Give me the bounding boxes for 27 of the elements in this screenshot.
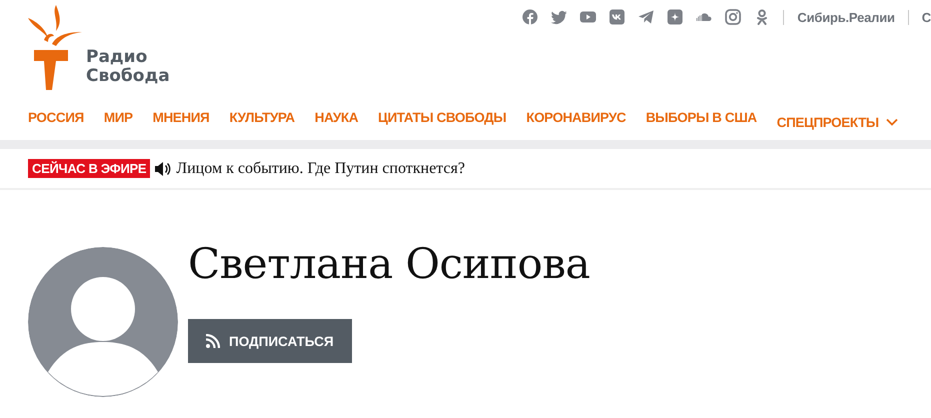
subscribe-button[interactable]: ПОДПИСАТЬСЯ xyxy=(188,319,352,363)
site-link[interactable]: С xyxy=(922,10,931,24)
speaker-icon xyxy=(155,162,172,176)
chevron-down-icon[interactable] xyxy=(886,118,898,126)
nav-link[interactable]: СПЕЦПРОЕКТЫ xyxy=(776,114,879,130)
nav-link[interactable]: МНЕНИЯ xyxy=(152,110,210,134)
logo-text: Радио xyxy=(86,48,148,67)
logo-text: Свобода xyxy=(86,67,170,86)
paper-plane-icon[interactable] xyxy=(638,9,654,25)
rss-icon xyxy=(206,334,220,348)
logo[interactable]: Радио Свобода xyxy=(28,4,170,90)
nav-link[interactable]: ЦИТАТЫ СВОБОДЫ xyxy=(378,110,506,134)
facebook-icon[interactable] xyxy=(522,9,538,25)
nav-link[interactable]: КОРОНАВИРУС xyxy=(526,110,626,134)
site-link[interactable]: Сибирь.Реалии xyxy=(797,10,895,24)
nav-link[interactable]: ВЫБОРЫ В США xyxy=(646,110,757,134)
bird-icon[interactable] xyxy=(551,9,568,25)
nav-link[interactable]: НАУКА xyxy=(314,110,358,134)
live-badge: СЕЙЧАС В ЭФИРЕ xyxy=(28,159,150,178)
vk-icon[interactable] xyxy=(609,9,626,25)
play-icon[interactable] xyxy=(580,9,596,25)
author-name: Светлана Осипова xyxy=(188,238,590,290)
camera-icon[interactable] xyxy=(725,9,742,25)
nav-link[interactable]: РОССИЯ xyxy=(28,110,84,134)
nav-link[interactable]: КУЛЬТУРА xyxy=(229,110,295,134)
nav-link[interactable]: МИР xyxy=(104,110,133,134)
live-program-link[interactable]: Лицом к событию. Где Путин споткнется? xyxy=(176,160,465,178)
